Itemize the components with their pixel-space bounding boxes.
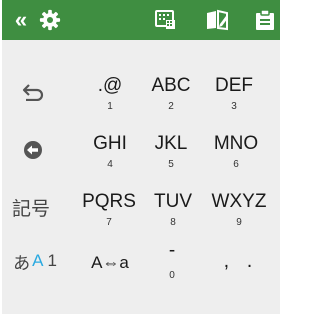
keypad-icon[interactable] <box>148 0 182 40</box>
keypad-icon-graphic <box>155 10 175 29</box>
case-toggle-key[interactable]: A⇔a <box>82 252 138 274</box>
key-8-label: TUV <box>154 191 192 212</box>
key-7-number: 7 <box>106 217 112 228</box>
key-1-label: .@ <box>97 75 123 96</box>
key-4-label: GHI <box>93 133 127 154</box>
key-6-number: 6 <box>233 159 239 170</box>
mode-hiragana-label: あ <box>13 253 31 273</box>
key-2[interactable]: ABC 2 <box>144 75 198 113</box>
key-4[interactable]: GHI 4 <box>84 133 136 171</box>
key-1-number: 1 <box>107 101 113 112</box>
left-arrow-circle-icon <box>24 141 42 159</box>
collapse-icon[interactable]: « <box>8 0 34 40</box>
keyboard: « .@ 1 ABC 2 DEF 3 GHI 4 JKL 5 MNO 6 記号 … <box>0 0 280 314</box>
clipboard-icon-graphic <box>256 9 274 30</box>
clipboard-icon[interactable] <box>248 0 282 40</box>
key-5[interactable]: JKL 5 <box>144 133 198 171</box>
key-4-number: 4 <box>107 159 113 170</box>
key-7[interactable]: PQRS 7 <box>78 191 140 229</box>
key-0-label: - <box>168 240 176 261</box>
key-2-number: 2 <box>168 101 174 112</box>
key-2-label: ABC <box>151 75 191 96</box>
key-5-number: 5 <box>168 159 174 170</box>
symbol-key[interactable]: 記号 <box>0 190 62 224</box>
dictionary-edit-icon-graphic <box>207 9 228 31</box>
key-8[interactable]: TUV 8 <box>146 191 200 229</box>
key-0-number: 0 <box>169 270 175 281</box>
mode-alpha-label: A <box>32 251 44 270</box>
gear-icon-graphic <box>39 9 61 31</box>
key-6-label: MNO <box>213 133 259 154</box>
key-8-number: 8 <box>170 217 176 228</box>
key-9[interactable]: WXYZ 9 <box>206 191 272 229</box>
key-1[interactable]: .@ 1 <box>84 75 136 113</box>
undo-key[interactable] <box>10 77 56 107</box>
key-6[interactable]: MNO 6 <box>206 133 266 171</box>
undo-arrow-icon <box>22 84 44 101</box>
case-toggle-label: A⇔a <box>91 253 129 272</box>
key-7-label: PQRS <box>82 191 136 212</box>
punctuation-label: , . <box>223 250 259 272</box>
key-3-number: 3 <box>231 101 237 112</box>
key-grid: .@ 1 ABC 2 DEF 3 GHI 4 JKL 5 MNO 6 記号 PQ… <box>2 40 280 314</box>
cursor-left-key[interactable] <box>10 135 56 165</box>
key-3[interactable]: DEF 3 <box>206 75 262 113</box>
keyboard-toolbar: « <box>2 0 280 40</box>
mode-number-label: 1 <box>47 251 57 270</box>
key-0[interactable]: - 0 <box>152 240 192 282</box>
input-mode-key[interactable]: あ A 1 <box>0 248 70 274</box>
dictionary-edit-icon[interactable] <box>200 0 234 40</box>
key-9-number: 9 <box>236 217 242 228</box>
punctuation-key[interactable]: , . <box>216 250 266 272</box>
key-3-label: DEF <box>215 75 253 96</box>
key-9-label: WXYZ <box>211 191 267 212</box>
gear-icon[interactable] <box>34 0 66 40</box>
key-5-label: JKL <box>154 133 188 154</box>
